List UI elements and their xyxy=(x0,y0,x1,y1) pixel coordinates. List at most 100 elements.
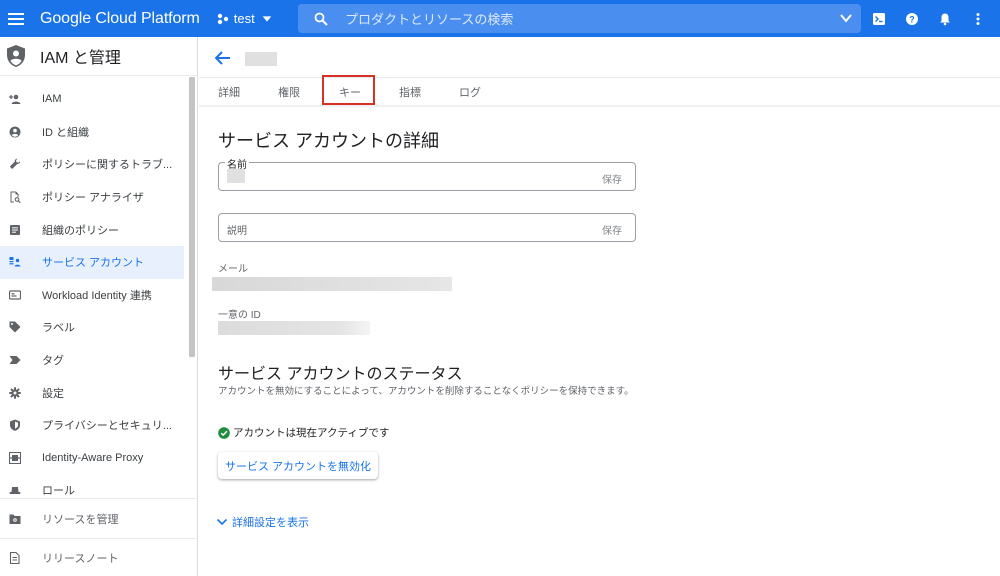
sidebar-item-label: ポリシーに関するトラブ... xyxy=(42,159,173,172)
tab-bar: 詳細 権限 キー 指標 ログ xyxy=(199,78,1000,108)
release-notes-label: リリースノート xyxy=(42,552,119,565)
service-account-icon xyxy=(9,256,21,268)
top-actions: ? xyxy=(862,0,994,37)
check-circle-icon xyxy=(218,426,230,439)
svg-text:?: ? xyxy=(909,14,915,24)
list-document-icon xyxy=(9,224,21,236)
sidebar-item-org-policies[interactable]: 組織のポリシー xyxy=(0,213,184,246)
sidebar-item-labels[interactable]: ラベル xyxy=(0,311,184,344)
tag-arrow-icon xyxy=(9,354,21,366)
document-search-icon xyxy=(9,191,21,204)
project-selector[interactable]: test xyxy=(216,11,277,26)
tab-logs[interactable]: ログ xyxy=(459,78,481,106)
keys-tab-highlight-box xyxy=(322,75,375,105)
chevron-down-icon xyxy=(262,15,272,22)
description-field[interactable]: 説明 保存 xyxy=(218,213,636,242)
help-icon: ? xyxy=(905,12,918,25)
more-vert-icon xyxy=(976,12,979,25)
bell-icon xyxy=(939,13,950,25)
chevron-down-icon[interactable] xyxy=(839,11,853,25)
release-notes-icon xyxy=(9,551,21,564)
app-title[interactable]: Google Cloud Platform xyxy=(40,10,200,28)
sidebar-item-label: IAM xyxy=(42,93,62,106)
sidebar-item-workload-identity[interactable]: Workload Identity 連携 xyxy=(0,279,184,312)
sidebar-item-settings[interactable]: 設定 xyxy=(0,376,184,409)
sidebar-item-troubleshooter[interactable]: ポリシーに関するトラブ... xyxy=(0,148,184,181)
description-save-button[interactable]: 保存 xyxy=(602,222,622,237)
sidebar-item-label: サービス アカウント xyxy=(42,257,145,270)
cloud-shell-button[interactable] xyxy=(862,0,895,37)
notifications-button[interactable] xyxy=(928,0,961,37)
main-content: 詳細 権限 キー 指標 ログ サービス アカウントの詳細 名前 保存 説明 保存… xyxy=(199,37,1000,576)
back-arrow-icon[interactable] xyxy=(215,51,231,65)
tab-permissions[interactable]: 権限 xyxy=(278,78,300,106)
proxy-icon xyxy=(9,451,21,464)
gear-icon xyxy=(9,386,21,399)
sidebar-item-label: 設定 xyxy=(42,387,64,400)
sidebar-item-label: Workload Identity 連携 xyxy=(42,289,152,302)
sidebar-item-label: ID と組織 xyxy=(42,126,90,139)
tag-icon xyxy=(9,321,21,333)
menu-icon[interactable] xyxy=(0,0,32,37)
description-placeholder: 説明 xyxy=(227,226,247,237)
tab-bar-shadow xyxy=(199,105,1000,108)
tab-details[interactable]: 詳細 xyxy=(218,78,240,106)
status-heading: サービス アカウントのステータス xyxy=(218,366,463,383)
sidebar-item-label: ポリシー アナライザ xyxy=(42,192,144,205)
status-text: アカウントは現在アクティブです xyxy=(233,427,390,439)
sidebar-header: IAM と管理 xyxy=(0,37,197,76)
sidebar-item-tags[interactable]: タグ xyxy=(0,344,184,377)
sidebar-item-policy-analyzer[interactable]: ポリシー アナライザ xyxy=(0,181,184,214)
unique-id-label: 一意の ID xyxy=(218,310,261,321)
hat-icon xyxy=(9,484,21,496)
sidebar-item-label: ロール xyxy=(42,485,75,498)
account-circle-icon xyxy=(9,126,21,138)
name-field[interactable]: 名前 保存 xyxy=(218,156,636,191)
page-title-redacted xyxy=(245,52,277,66)
tab-metrics[interactable]: 指標 xyxy=(399,78,421,106)
details-heading: サービス アカウントの詳細 xyxy=(218,131,439,151)
manage-resources-label: リソースを管理 xyxy=(42,513,119,526)
project-name: test xyxy=(233,11,255,26)
sidebar-item-label: プライバシーとセキュリ... xyxy=(42,420,172,433)
advanced-link-label: 詳細設定を表示 xyxy=(232,517,309,529)
disable-service-account-button[interactable]: サービス アカウントを無効化 xyxy=(218,452,378,479)
search-icon xyxy=(314,12,328,26)
sidebar-title: IAM と管理 xyxy=(40,50,121,67)
more-options-button[interactable] xyxy=(961,0,994,37)
sidebar-item-label: ラベル xyxy=(42,322,75,335)
sidebar-item-label: Identity-Aware Proxy xyxy=(42,451,144,464)
sidebar-item-privacy-security[interactable]: プライバシーとセキュリ... xyxy=(0,409,184,442)
status-description: アカウントを無効にすることによって、アカウントを削除することなくポリシーを保持で… xyxy=(218,386,634,397)
sidebar-item-label: タグ xyxy=(42,355,64,368)
folder-gear-icon xyxy=(9,513,21,525)
name-value-redacted xyxy=(227,169,245,183)
sidebar-item-iam[interactable]: IAM xyxy=(0,83,184,116)
top-app-bar: Google Cloud Platform test プロダクトとリソースの検索… xyxy=(0,0,1000,37)
wrench-icon xyxy=(9,158,21,170)
sidebar-item-service-accounts[interactable]: サービス アカウント xyxy=(0,245,184,279)
iam-shield-icon xyxy=(7,45,25,67)
terminal-icon xyxy=(872,12,885,25)
release-notes-link[interactable]: リリースノート xyxy=(0,538,198,576)
sidebar-item-label: 組織のポリシー xyxy=(42,224,119,237)
sidebar: IAM と管理 IAM ID と組織 ポリシーに関するトラブ... ポリシー ア… xyxy=(0,37,198,576)
manage-resources-link[interactable]: リソースを管理 xyxy=(0,498,198,538)
name-save-button[interactable]: 保存 xyxy=(602,171,622,186)
sidebar-item-id-org[interactable]: ID と組織 xyxy=(0,116,184,149)
search-input[interactable]: プロダクトとリソースの検索 xyxy=(345,9,513,28)
project-hub-icon xyxy=(217,13,228,24)
shield-icon xyxy=(9,419,21,432)
help-button[interactable]: ? xyxy=(895,0,928,37)
sidebar-item-iap[interactable]: Identity-Aware Proxy xyxy=(0,442,184,475)
unique-id-value-redacted xyxy=(218,321,370,335)
sidebar-nav: IAM ID と組織 ポリシーに関するトラブ... ポリシー アナライザ 組織の… xyxy=(0,83,184,507)
person-add-icon xyxy=(9,93,21,105)
email-label: メール xyxy=(218,264,248,275)
id-card-icon xyxy=(9,289,21,301)
search-bar[interactable]: プロダクトとリソースの検索 xyxy=(298,4,861,33)
chevron-down-icon xyxy=(216,518,228,526)
show-advanced-settings-link[interactable]: 詳細設定を表示 xyxy=(216,514,309,530)
status-line: アカウントは現在アクティブです xyxy=(218,425,389,440)
sidebar-scrollbar[interactable] xyxy=(189,77,195,357)
